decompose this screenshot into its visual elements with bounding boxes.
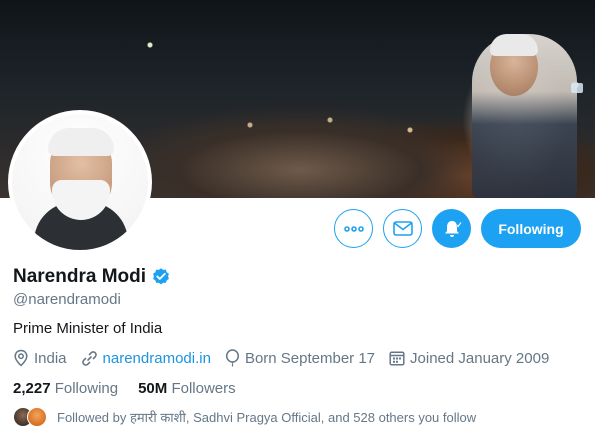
link-icon <box>81 350 97 366</box>
website-item[interactable]: narendramodi.in <box>81 350 211 367</box>
avatar-photo <box>12 114 148 250</box>
avatar[interactable] <box>8 110 152 254</box>
banner-figure-hair <box>490 34 538 56</box>
handle: @narendramodi <box>13 291 121 308</box>
following-button[interactable]: Following <box>481 209 581 248</box>
following-stat[interactable]: 2,227 Following <box>13 380 118 397</box>
stats-row: 2,227 Following 50M Followers <box>13 380 256 397</box>
display-name: Narendra Modi <box>13 266 147 287</box>
following-label: Following <box>54 380 119 397</box>
joined-item: Joined January 2009 <box>389 350 549 367</box>
bio: Prime Minister of India <box>13 320 163 337</box>
profile-meta: India narendramodi.in Born September 17 … <box>13 349 563 367</box>
envelope-icon <box>392 221 413 236</box>
balloon-icon <box>225 349 239 367</box>
following-count: 2,227 <box>13 380 51 397</box>
message-button[interactable] <box>383 209 422 248</box>
verified-badge-icon <box>153 268 169 285</box>
avatar-hair <box>48 128 114 156</box>
follower-avatars <box>13 407 47 427</box>
bell-icon <box>444 220 462 237</box>
birthday-text: Born September 17 <box>244 349 376 367</box>
more-icon <box>343 225 364 232</box>
followed-by[interactable]: Followed by हमारी काशी, Sadhvi Pragya Of… <box>13 407 476 427</box>
followers-count: 50M <box>138 380 168 397</box>
calendar-icon <box>389 351 405 366</box>
birthday-item: Born September 17 <box>225 349 375 367</box>
location-pin-icon <box>14 349 28 367</box>
website-link[interactable]: narendramodi.in <box>103 350 211 367</box>
location-item: India <box>13 349 67 367</box>
location-text: India <box>34 349 67 367</box>
followed-by-text: Followed by हमारी काशी, Sadhvi Pragya Of… <box>57 410 477 425</box>
banner-sign <box>571 83 583 93</box>
followers-label: Followers <box>171 380 236 397</box>
followers-stat[interactable]: 50M Followers <box>138 380 236 397</box>
joined-text: Joined January 2009 <box>410 349 550 367</box>
name-row: Narendra Modi <box>13 266 171 288</box>
follower-avatar <box>27 407 47 427</box>
more-button[interactable] <box>334 209 373 248</box>
notifications-button[interactable] <box>432 209 471 248</box>
